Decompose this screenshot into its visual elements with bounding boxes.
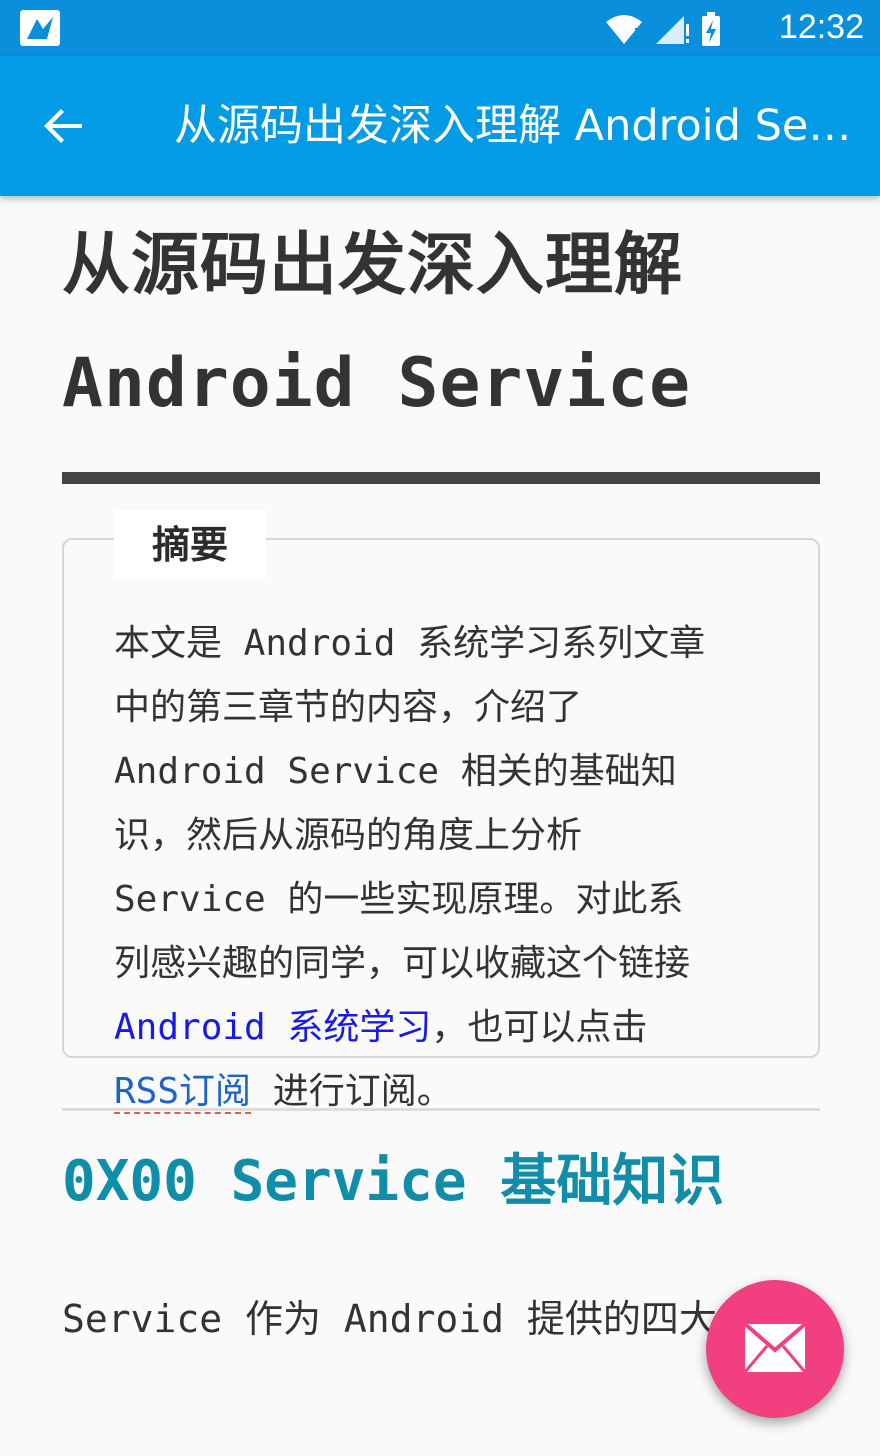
wifi-icon bbox=[606, 15, 642, 44]
page-title: 从源码出发深入理解 Android Service bbox=[62, 218, 820, 454]
page-title-line2: Android Service bbox=[62, 344, 692, 423]
summary-line: 列感兴趣的同学，可以收藏这个链接 bbox=[114, 943, 691, 984]
summary-box: 摘要 本文是 Android 系统学习系列文章 中的第三章节的内容，介绍了 An… bbox=[62, 510, 820, 1114]
signal-icon bbox=[656, 16, 689, 44]
arrow-back-icon bbox=[44, 109, 82, 143]
mail-icon bbox=[743, 1322, 807, 1373]
toolbar-title: 从源码出发深入理解 Android Service bbox=[174, 101, 854, 151]
battery-charging-icon bbox=[702, 12, 720, 46]
android-learning-link[interactable]: Android 系统学习 bbox=[114, 1007, 431, 1048]
summary-line: 中的第三章节的内容，介绍了 bbox=[114, 687, 583, 728]
summary-line: ，也可以点击 bbox=[431, 1007, 648, 1048]
summary-line: 本文是 Android 系统学习系列文章 bbox=[114, 623, 706, 664]
rss-subscribe-link[interactable]: RSS订阅 bbox=[114, 1071, 252, 1114]
summary-line: Service 的一些实现原理。对此系 bbox=[114, 879, 684, 920]
section-heading: 0X00 Service 基础知识 bbox=[62, 1149, 725, 1214]
back-button[interactable] bbox=[28, 90, 100, 162]
article-content: 从源码出发深入理解 Android Service 摘要 本文是 Android… bbox=[62, 196, 820, 1347]
page-title-line1: 从源码出发深入理解 bbox=[62, 226, 684, 305]
summary-line: Android Service 相关的基础知 bbox=[114, 751, 677, 792]
summary-line: 识，然后从源码的角度上分析 bbox=[114, 815, 583, 856]
status-icons bbox=[604, 12, 722, 48]
summary-legend: 摘要 bbox=[114, 510, 266, 580]
status-time: 12:32 bbox=[778, 8, 864, 46]
summary-text: 本文是 Android 系统学习系列文章 中的第三章节的内容，介绍了 Andro… bbox=[114, 612, 778, 1124]
summary-line: 进行订阅。 bbox=[251, 1071, 453, 1112]
app-notification-icon bbox=[20, 10, 60, 46]
title-divider bbox=[62, 472, 820, 484]
mail-fab-button[interactable] bbox=[706, 1280, 844, 1418]
app-toolbar: 从源码出发深入理解 Android Service bbox=[0, 56, 880, 196]
status-bar: 12:32 bbox=[0, 0, 880, 56]
